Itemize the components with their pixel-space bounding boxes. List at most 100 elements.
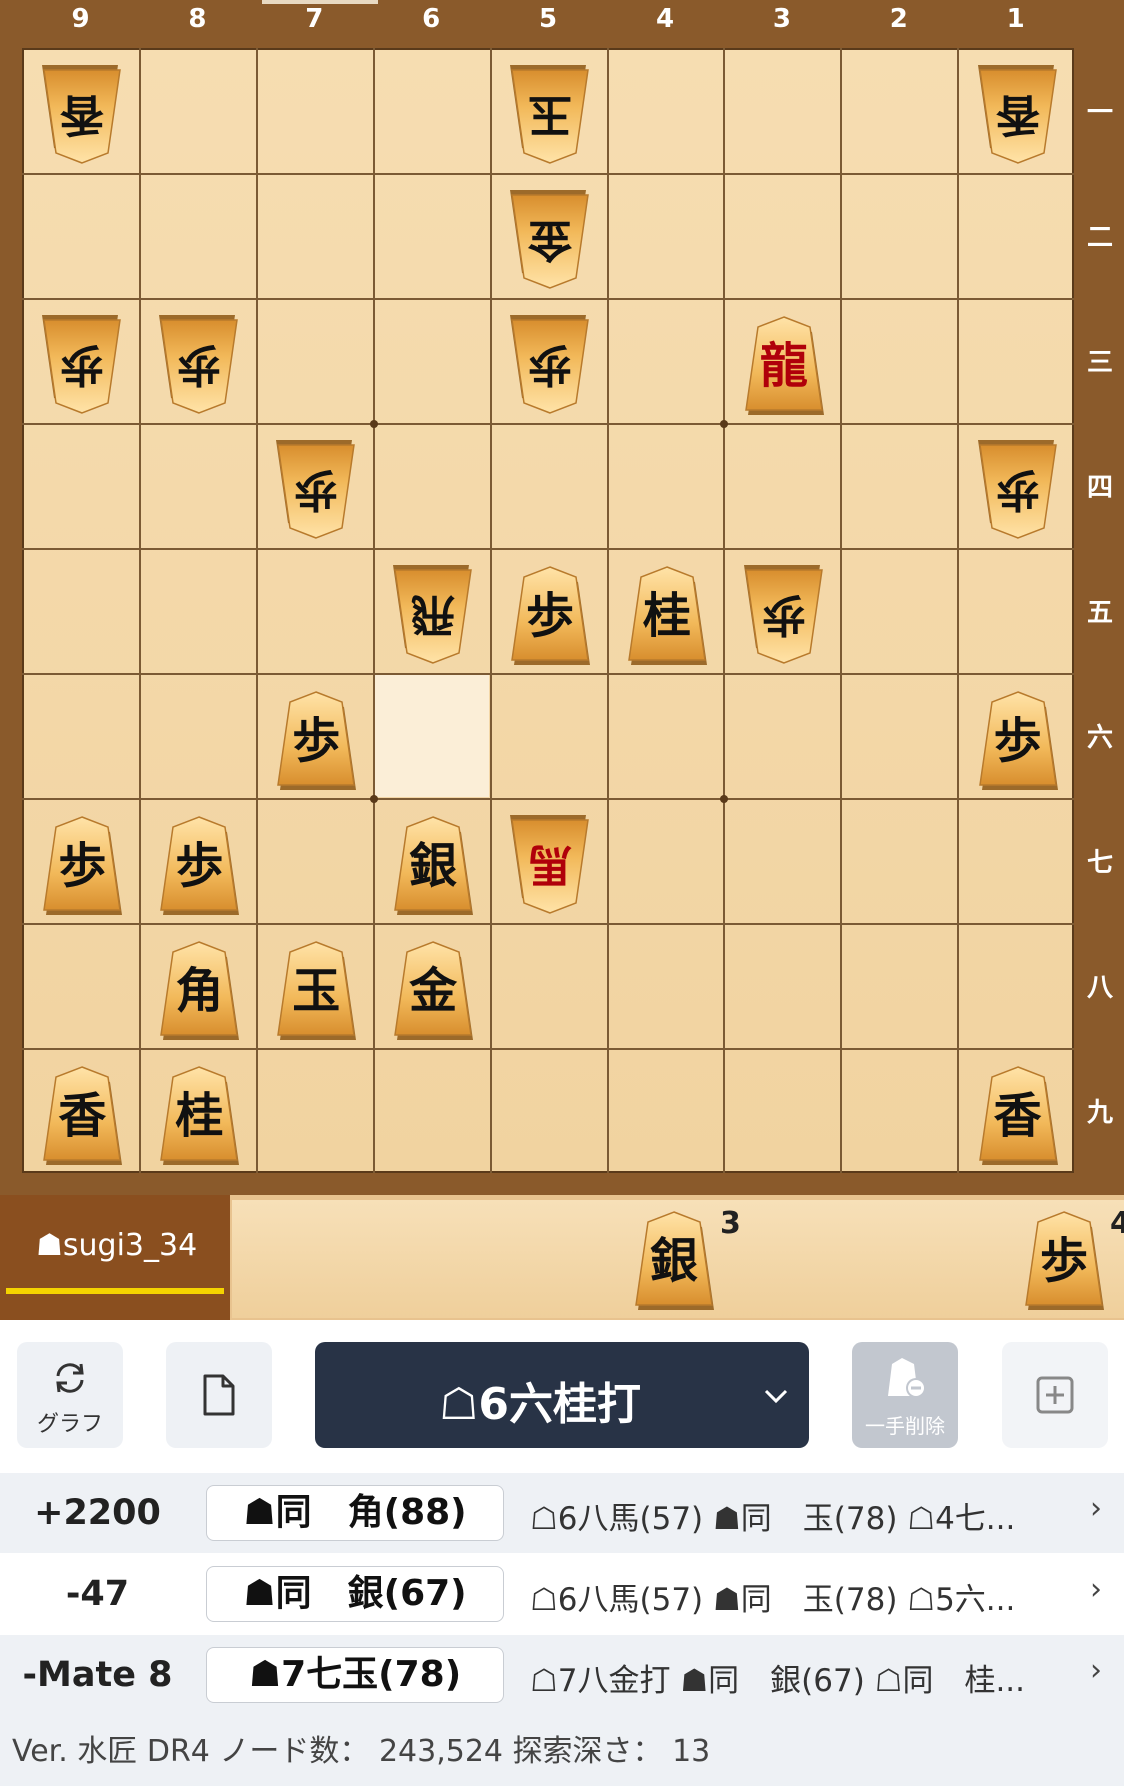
piece-label: 歩 (58, 837, 107, 894)
shogi-piece-gote[interactable]: 歩 (155, 314, 243, 415)
shogi-piece-sente[interactable]: 歩 (974, 690, 1062, 790)
grid-line (255, 48, 258, 1173)
piece-label: 歩 (761, 588, 806, 640)
piece-label: 歩 (995, 463, 1040, 515)
shogi-piece-gote[interactable]: 歩 (506, 314, 594, 415)
shogi-piece-gote[interactable]: 玉 (506, 64, 594, 165)
graph-button[interactable]: グラフ (17, 1342, 123, 1448)
evaluation-score: -47 (65, 1574, 130, 1614)
shogi-piece-gote[interactable]: 香 (974, 64, 1062, 165)
file-label: 3 (772, 4, 791, 34)
hand-piece[interactable]: 歩 (1020, 1210, 1108, 1310)
chevron-right-icon[interactable]: › (1090, 1491, 1102, 1526)
grid-line (723, 48, 726, 1173)
grid-line (138, 48, 141, 1173)
shogi-piece-sente[interactable]: 歩 (272, 690, 360, 790)
chevron-right-icon[interactable]: › (1090, 1572, 1102, 1607)
piece-label: 金 (528, 213, 573, 265)
shogi-piece-gote[interactable]: 香 (38, 64, 126, 165)
candidate-move-button[interactable]: ☗同 銀(67) (206, 1566, 504, 1622)
current-move-dropdown[interactable]: ☖6六桂打 (315, 1342, 809, 1448)
plus-square-icon (1036, 1376, 1074, 1414)
piece-label: 歩 (177, 338, 222, 390)
shogi-piece-sente[interactable]: 角 (155, 940, 243, 1040)
grid-line (22, 423, 1075, 425)
piece-label: 龍 (759, 337, 808, 394)
file-label: 2 (889, 4, 908, 34)
file-label: 6 (422, 4, 441, 34)
candidate-move-button[interactable]: ☗同 角(88) (206, 1485, 504, 1541)
candidate-row[interactable]: +2200 ☗同 角(88) ☖6八馬(57) ☗同 玉(78) ☖4七... › (0, 1473, 1124, 1553)
shogi-piece-sente[interactable]: 桂 (155, 1065, 243, 1165)
last-move-highlight (373, 674, 489, 797)
candidate-move-button[interactable]: ☗7七玉(78) (206, 1647, 504, 1703)
evaluation-score: +2200 (34, 1493, 161, 1533)
shogi-piece-sente[interactable]: 歩 (38, 815, 126, 915)
principal-variation: ☖7八金打 ☗同 銀(67) ☖同 桂... (530, 1663, 1026, 1699)
file-label: 7 (305, 4, 324, 34)
shogi-piece-sente[interactable]: 龍 (740, 315, 828, 415)
engine-info-text: Ver. 水匠 DR4 ノード数： 243,524 探索深さ： 13 (12, 1734, 711, 1769)
shogi-piece-gote[interactable]: 歩 (38, 314, 126, 415)
delete-move-button[interactable]: 一手削除 (852, 1342, 958, 1448)
shogi-piece-gote[interactable]: 金 (506, 189, 594, 290)
grid-line (22, 673, 1075, 675)
shogi-piece-gote[interactable]: 歩 (974, 439, 1062, 540)
principal-variation: ☖6八馬(57) ☗同 玉(78) ☖5六... (530, 1582, 1016, 1618)
piece-label: 香 (995, 88, 1040, 140)
shogi-piece-gote[interactable]: 馬 (506, 814, 594, 915)
piece-label: 歩 (60, 338, 105, 390)
rank-label: 六 (1086, 723, 1113, 753)
grid-line (22, 1048, 1075, 1050)
rank-label: 八 (1086, 973, 1113, 1003)
rank-label: 二 (1086, 223, 1113, 253)
candidate-row[interactable]: -47 ☗同 銀(67) ☖6八馬(57) ☗同 玉(78) ☖5六... › (0, 1554, 1124, 1634)
evaluation-score: -Mate 8 (22, 1655, 173, 1695)
file-label: 1 (1006, 4, 1025, 34)
rank-label: 七 (1086, 848, 1113, 878)
sente-mark-icon: ☗ (36, 1228, 63, 1263)
shogi-piece-sente[interactable]: 香 (38, 1065, 126, 1165)
shogi-piece-gote[interactable]: 歩 (740, 564, 828, 665)
rank-label: 九 (1086, 1098, 1113, 1128)
file-label: 9 (71, 4, 90, 34)
grid-line (22, 548, 1075, 550)
grid-line (840, 48, 843, 1173)
piece-label: 角 (175, 962, 224, 1019)
piece-label: 香 (993, 1087, 1042, 1144)
piece-label: 歩 (993, 712, 1042, 769)
rank-label: 一 (1086, 98, 1113, 128)
shogi-piece-gote[interactable]: 歩 (272, 439, 360, 540)
star-point (369, 420, 378, 428)
add-button[interactable] (1002, 1342, 1108, 1448)
active-player-indicator (6, 1288, 224, 1294)
shogi-piece-sente[interactable]: 香 (974, 1065, 1062, 1165)
shogi-piece-sente[interactable]: 銀 (389, 815, 477, 915)
shogi-piece-sente[interactable]: 桂 (623, 565, 711, 665)
current-move-label: ☖6六桂打 (438, 1379, 642, 1430)
shogi-piece-sente[interactable]: 歩 (155, 815, 243, 915)
candidate-row[interactable]: -Mate 8 ☗7七玉(78) ☖7八金打 ☗同 銀(67) ☖同 桂... › (0, 1635, 1124, 1715)
piece-remove-icon (888, 1358, 926, 1398)
piece-label: 銀 (409, 837, 458, 894)
graph-label: グラフ (36, 1412, 103, 1437)
piece-label: 歩 (294, 463, 339, 515)
piece-label: 馬 (528, 838, 573, 890)
shogi-piece-sente[interactable]: 金 (389, 940, 477, 1040)
refresh-icon (56, 1363, 84, 1393)
piece-label: 歩 (292, 712, 341, 769)
piece-label: 歩 (526, 587, 575, 644)
hand-piece[interactable]: 銀 (630, 1210, 718, 1310)
grid-line (22, 798, 1075, 800)
shogi-piece-gote[interactable]: 飛 (389, 564, 477, 665)
file-label: 4 (655, 4, 675, 34)
shogi-app: 987654321 一二三四五六七八九 香玉香金歩歩歩龍歩歩飛歩桂歩歩桂歩歩歩銀… (0, 0, 1124, 1786)
piece-label: 飛 (411, 588, 456, 640)
piece-label: 玉 (528, 88, 573, 140)
chevron-down-icon (764, 1389, 788, 1404)
rank-label: 四 (1086, 473, 1113, 503)
shogi-piece-sente[interactable]: 歩 (506, 565, 594, 665)
chevron-right-icon[interactable]: › (1090, 1653, 1102, 1688)
shogi-piece-sente[interactable]: 玉 (272, 940, 360, 1040)
document-button[interactable] (166, 1342, 272, 1448)
